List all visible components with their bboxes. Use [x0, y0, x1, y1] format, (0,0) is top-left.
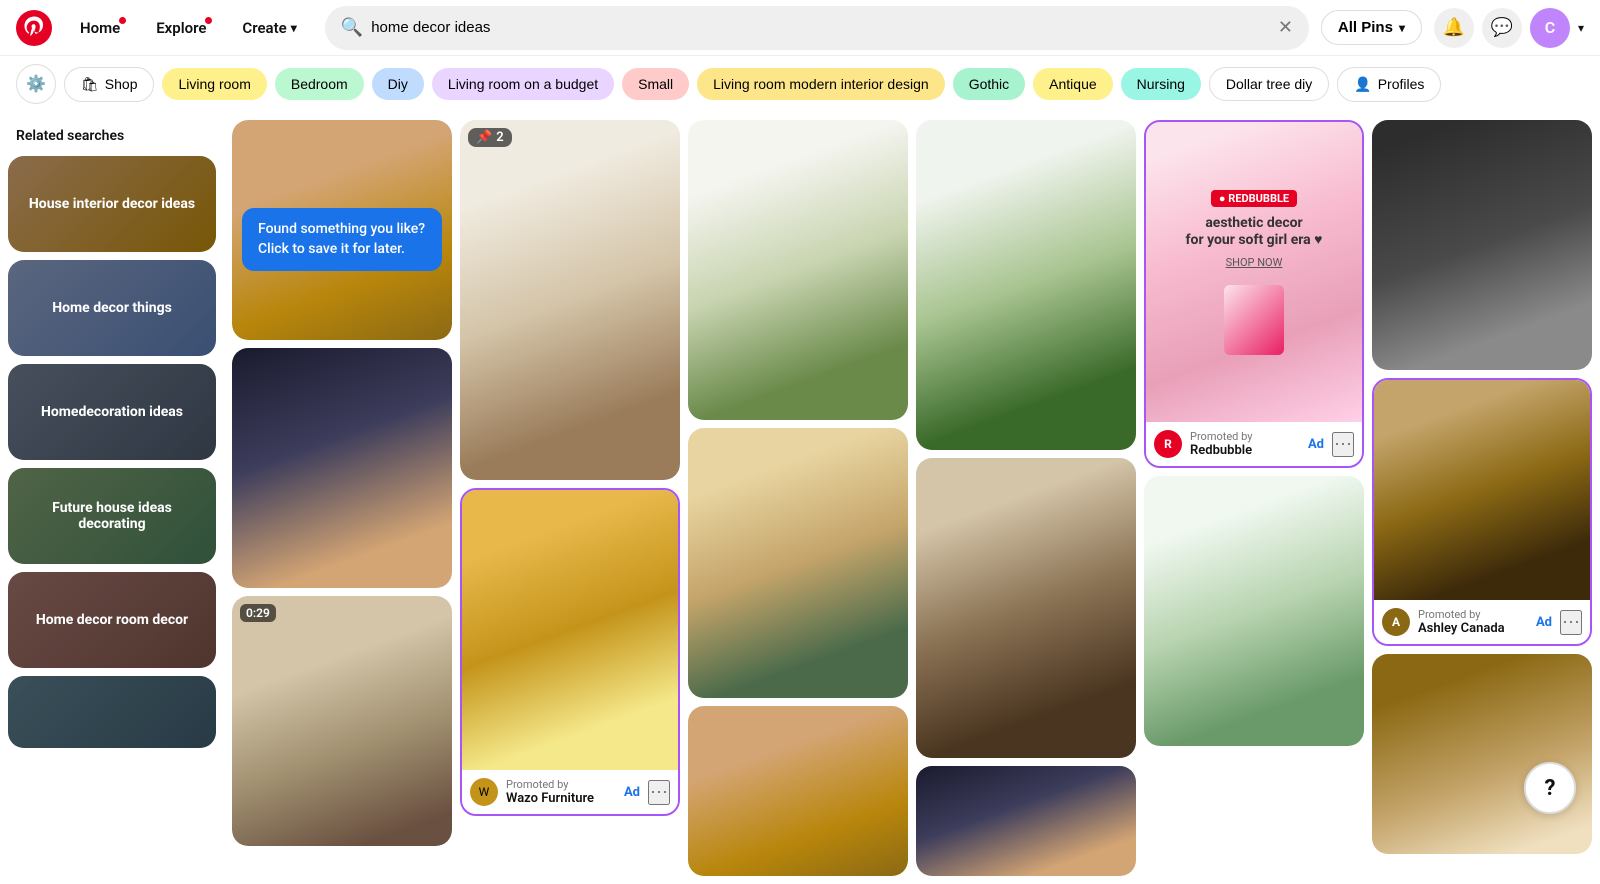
ad-label: Ad — [624, 785, 640, 800]
filter-living-room[interactable]: Living room — [162, 68, 266, 100]
filter-diy[interactable]: Diy — [372, 68, 424, 100]
search-bar: 🔍 ✕ — [325, 6, 1309, 50]
related-item-house-interior[interactable]: House interior decor ideas — [8, 156, 216, 252]
pin-card-1[interactable]: Found something you like? Click to save … — [232, 120, 452, 340]
profiles-icon: 👤 — [1354, 76, 1371, 93]
ad-promoted-label-ashley: Promoted by — [1418, 608, 1528, 621]
pin-card-12-ad[interactable]: ● REDBUBBLE aesthetic decorfor your soft… — [1144, 120, 1364, 468]
pin-card-6[interactable] — [688, 120, 908, 420]
filter-bar: ⚙️ 🛍 Shop Living room Bedroom Diy Living… — [0, 56, 1600, 112]
related-item-homedecoration[interactable]: Homedecoration ideas — [8, 364, 216, 460]
nav-create[interactable]: Create ▾ — [226, 11, 312, 45]
pin-card-7[interactable] — [688, 428, 908, 698]
save-tooltip: Found something you like? Click to save … — [242, 208, 442, 271]
pin-card-8[interactable] — [688, 706, 908, 876]
pin-card-14[interactable] — [1372, 120, 1592, 370]
filter-modern-interior[interactable]: Living room modern interior design — [697, 68, 945, 100]
filter-dollar-tree[interactable]: Dollar tree diy — [1209, 67, 1329, 101]
account-chevron-icon: ▾ — [1578, 21, 1584, 35]
pin-card-4[interactable]: 📌2 — [460, 120, 680, 480]
pin-card-13[interactable] — [1144, 476, 1364, 746]
pin-card-9[interactable] — [916, 120, 1136, 450]
search-icon: 🔍 — [341, 17, 363, 38]
ad-more-rb-button[interactable]: ⋯ — [1332, 432, 1354, 457]
ad-promoted-label: Promoted by — [506, 778, 616, 791]
ad-footer-ashley: A Promoted by Ashley Canada Ad ⋯ — [1374, 600, 1590, 644]
video-duration-badge: 0:29 — [240, 604, 276, 622]
related-item-home-decor-room[interactable]: Home decor room decor — [8, 572, 216, 668]
main-nav: Home Explore Create ▾ — [64, 11, 313, 45]
related-item-extra[interactable] — [8, 676, 216, 748]
pin-column-1: Found something you like? Click to save … — [232, 120, 452, 876]
pin-column-3 — [688, 120, 908, 876]
related-item-home-decor-things[interactable]: Home decor things — [8, 260, 216, 356]
ad-avatar-wazo: W — [470, 778, 498, 806]
logo[interactable] — [16, 10, 52, 46]
ad-avatar-ashley: A — [1382, 608, 1410, 636]
messages-button[interactable]: 💬 — [1482, 8, 1522, 48]
pin-card-10[interactable] — [916, 458, 1136, 758]
ad-avatar-redbubble: R — [1154, 430, 1182, 458]
main-content: Related searches House interior decor id… — [0, 112, 1600, 884]
filter-bedroom[interactable]: Bedroom — [275, 68, 364, 100]
ad-name-rb: Redbubble — [1190, 443, 1300, 458]
pin-card-11[interactable] — [916, 766, 1136, 876]
filter-settings-button[interactable]: ⚙️ — [16, 64, 56, 104]
ad-name-ashley: Ashley Canada — [1418, 621, 1528, 636]
ad-label-ashley: Ad — [1536, 615, 1552, 630]
notifications-button[interactable]: 🔔 — [1434, 8, 1474, 48]
ad-footer-redbubble: R Promoted by Redbubble Ad ⋯ — [1146, 422, 1362, 466]
ad-more-ashley-button[interactable]: ⋯ — [1560, 610, 1582, 635]
header-icons: 🔔 💬 C ▾ — [1434, 8, 1584, 48]
nav-explore[interactable]: Explore — [140, 11, 222, 45]
pin-column-5: ● REDBUBBLE aesthetic decorfor your soft… — [1144, 120, 1364, 876]
pin-count-badge: 📌2 — [468, 128, 512, 147]
create-chevron-icon: ▾ — [291, 21, 297, 35]
ad-name-wazo: Wazo Furniture — [506, 791, 616, 806]
ad-promoted-label-rb: Promoted by — [1190, 430, 1300, 443]
filter-shop[interactable]: 🛍 Shop — [64, 67, 154, 102]
clear-search-button[interactable]: ✕ — [1278, 17, 1293, 38]
filter-profiles[interactable]: 👤 Profiles — [1337, 67, 1441, 102]
filter-gothic[interactable]: Gothic — [953, 68, 1025, 100]
home-notification-dot — [119, 17, 126, 24]
pin-card-2[interactable] — [232, 348, 452, 588]
all-pins-button[interactable]: All Pins ▾ — [1321, 10, 1422, 45]
shop-icon: 🛍 — [81, 76, 99, 93]
pin-card-5-ad[interactable]: W Promoted by Wazo Furniture Ad ⋯ — [460, 488, 680, 816]
pin-card-16[interactable] — [1372, 654, 1592, 854]
filter-living-room-budget[interactable]: Living room on a budget — [432, 68, 614, 100]
ad-footer-wazo: W Promoted by Wazo Furniture Ad ⋯ — [462, 770, 678, 814]
header: Home Explore Create ▾ 🔍 ✕ All Pins ▾ 🔔 💬… — [0, 0, 1600, 56]
explore-notification-dot — [205, 17, 212, 24]
pin-card-15-ad[interactable]: A Promoted by Ashley Canada Ad ⋯ — [1372, 378, 1592, 646]
ad-more-button[interactable]: ⋯ — [648, 780, 670, 805]
related-searches-label: Related searches — [8, 120, 216, 156]
pin-column-4 — [916, 120, 1136, 876]
avatar[interactable]: C — [1530, 8, 1570, 48]
all-pins-chevron-icon: ▾ — [1399, 21, 1405, 35]
pin-column-2: 📌2 W Promoted by Wazo Furniture Ad ⋯ — [460, 120, 680, 876]
related-item-future-house[interactable]: Future house ideas decorating — [8, 468, 216, 564]
sidebar: Related searches House interior decor id… — [0, 120, 224, 876]
help-button[interactable]: ? — [1524, 762, 1576, 814]
ad-label-rb: Ad — [1308, 437, 1324, 452]
pin-column-6: A Promoted by Ashley Canada Ad ⋯ — [1372, 120, 1592, 876]
filter-nursing[interactable]: Nursing — [1121, 68, 1201, 100]
nav-home[interactable]: Home — [64, 11, 136, 45]
search-input[interactable] — [371, 19, 1270, 36]
filter-antique[interactable]: Antique — [1033, 68, 1112, 100]
pin-card-3[interactable]: 0:29 — [232, 596, 452, 846]
filter-small[interactable]: Small — [622, 68, 689, 100]
